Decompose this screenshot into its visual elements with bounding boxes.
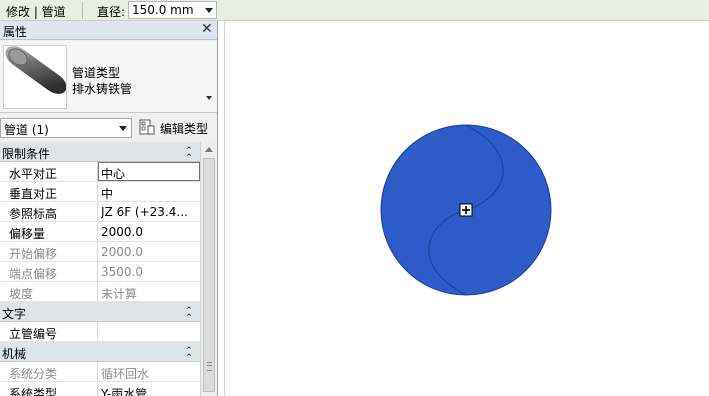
property-row: 开始偏移 2000.0	[0, 242, 200, 262]
properties-palette: 属性 ✕ 管道类型 排水铸铁管 管道 (1) 编辑类型 限制条件 ⌃⌃ 水平对正…	[0, 21, 218, 396]
property-value-field: 循环回水	[98, 362, 200, 381]
property-value-field[interactable]: 2000.0	[98, 222, 200, 241]
property-name-cell: 垂直对正	[0, 182, 98, 201]
property-name-cell: 系统类型	[0, 382, 98, 396]
property-name: 系统分类	[9, 367, 58, 381]
property-row: 水平对正 中心	[0, 162, 200, 182]
grip-icon	[207, 362, 212, 371]
context-label: 修改 | 管道	[6, 5, 66, 19]
property-name: 立管编号	[9, 327, 58, 341]
property-row: 系统类型 Y-雨水管	[0, 382, 200, 396]
type-family-label: 管道类型	[72, 66, 121, 80]
separator	[82, 2, 83, 19]
property-name: 坡度	[9, 287, 34, 301]
property-name-cell: 系统分类	[0, 362, 98, 381]
type-name-label: 排水铸铁管	[72, 82, 133, 96]
diameter-label: 直径:	[97, 5, 126, 19]
category-header[interactable]: 限制条件 ⌃⌃	[0, 142, 200, 162]
property-value-field[interactable]: Y-雨水管	[98, 382, 200, 396]
property-value-field[interactable]: 中心	[98, 162, 200, 181]
property-row: 端点偏移 3500.0	[0, 262, 200, 282]
property-value-field[interactable]: 中	[98, 182, 200, 201]
property-name-cell: 偏移量	[0, 222, 98, 241]
property-row: 立管编号	[0, 322, 200, 342]
category-header[interactable]: 文字 ⌃⌃	[0, 302, 200, 322]
property-row: 偏移量 2000.0	[0, 222, 200, 242]
category-header[interactable]: 机械 ⌃⌃	[0, 342, 200, 362]
properties-grid: 限制条件 ⌃⌃ 水平对正 中心垂直对正 中参照标高 JZ 6F (+23.4... 偏移量 2…	[0, 142, 200, 396]
property-name: 水平对正	[9, 167, 58, 181]
edit-type-icon	[139, 119, 155, 136]
property-value: 循环回水	[101, 367, 150, 381]
property-name: 垂直对正	[9, 187, 58, 201]
property-name-cell: 端点偏移	[0, 262, 98, 281]
property-name: 参照标高	[9, 207, 58, 221]
property-value-field: 3500.0	[98, 262, 200, 281]
drawing-view[interactable]	[224, 21, 709, 396]
chevron-down-icon[interactable]	[205, 8, 213, 13]
property-value-field: 未计算	[98, 282, 200, 301]
property-value: 2000.0	[101, 225, 143, 239]
property-value-field: 2000.0	[98, 242, 200, 261]
property-name-cell: 开始偏移	[0, 242, 98, 261]
property-name-cell: 立管编号	[0, 322, 98, 341]
category-label: 文字	[2, 307, 27, 321]
property-value: 3500.0	[101, 265, 143, 279]
property-name: 系统类型	[9, 387, 58, 396]
filter-value: 管道 (1)	[4, 123, 49, 137]
type-selector[interactable]: 管道类型 排水铸铁管	[0, 41, 217, 113]
property-row: 参照标高 JZ 6F (+23.4...	[0, 202, 200, 222]
property-name-cell: 坡度	[0, 282, 98, 301]
collapse-icon[interactable]: ⌃⌃	[184, 146, 194, 160]
property-name-cell: 参照标高	[0, 202, 98, 221]
property-row: 垂直对正 中	[0, 182, 200, 202]
property-value: 未计算	[101, 287, 138, 301]
edit-type-button[interactable]: 编辑类型	[137, 117, 217, 139]
chevron-down-icon[interactable]	[206, 96, 212, 100]
edit-type-label: 编辑类型	[160, 122, 209, 136]
vertical-scrollbar[interactable]	[200, 142, 217, 396]
category-label: 机械	[2, 347, 27, 361]
property-name-cell: 水平对正	[0, 162, 98, 181]
property-name: 端点偏移	[9, 267, 58, 281]
collapse-icon[interactable]: ⌃⌃	[184, 346, 194, 360]
property-name: 开始偏移	[9, 247, 58, 261]
diameter-dropdown[interactable]: 150.0 mm	[128, 1, 217, 19]
move-grip-icon[interactable]	[459, 203, 473, 217]
property-value: 中心	[101, 167, 126, 181]
pipe-section-graphic	[380, 124, 552, 296]
property-name: 偏移量	[9, 227, 46, 241]
close-icon[interactable]: ✕	[201, 21, 213, 37]
property-value: JZ 6F (+23.4...	[101, 205, 188, 219]
pipe-preview-icon	[3, 45, 67, 109]
chevron-down-icon[interactable]	[119, 126, 127, 131]
property-value: 中	[101, 187, 114, 201]
palette-title-bar: 属性 ✕	[0, 21, 217, 40]
category-label: 限制条件	[2, 147, 51, 161]
property-value: 2000.0	[101, 245, 143, 259]
property-row: 坡度 未计算	[0, 282, 200, 302]
options-bar: 修改 | 管道 直径: 150.0 mm	[0, 0, 709, 21]
collapse-icon[interactable]: ⌃⌃	[184, 306, 194, 320]
property-value-field[interactable]	[98, 322, 200, 341]
property-row: 系统分类 循环回水	[0, 362, 200, 382]
filter-row: 管道 (1) 编辑类型	[0, 115, 217, 141]
instance-filter-dropdown[interactable]: 管道 (1)	[0, 118, 132, 138]
diameter-value: 150.0 mm	[132, 3, 194, 17]
scroll-up-icon[interactable]	[205, 147, 213, 152]
property-value: Y-雨水管	[101, 387, 148, 396]
palette-title: 属性	[3, 25, 28, 39]
scroll-thumb[interactable]	[203, 158, 215, 392]
property-value-field[interactable]: JZ 6F (+23.4...	[98, 202, 200, 221]
